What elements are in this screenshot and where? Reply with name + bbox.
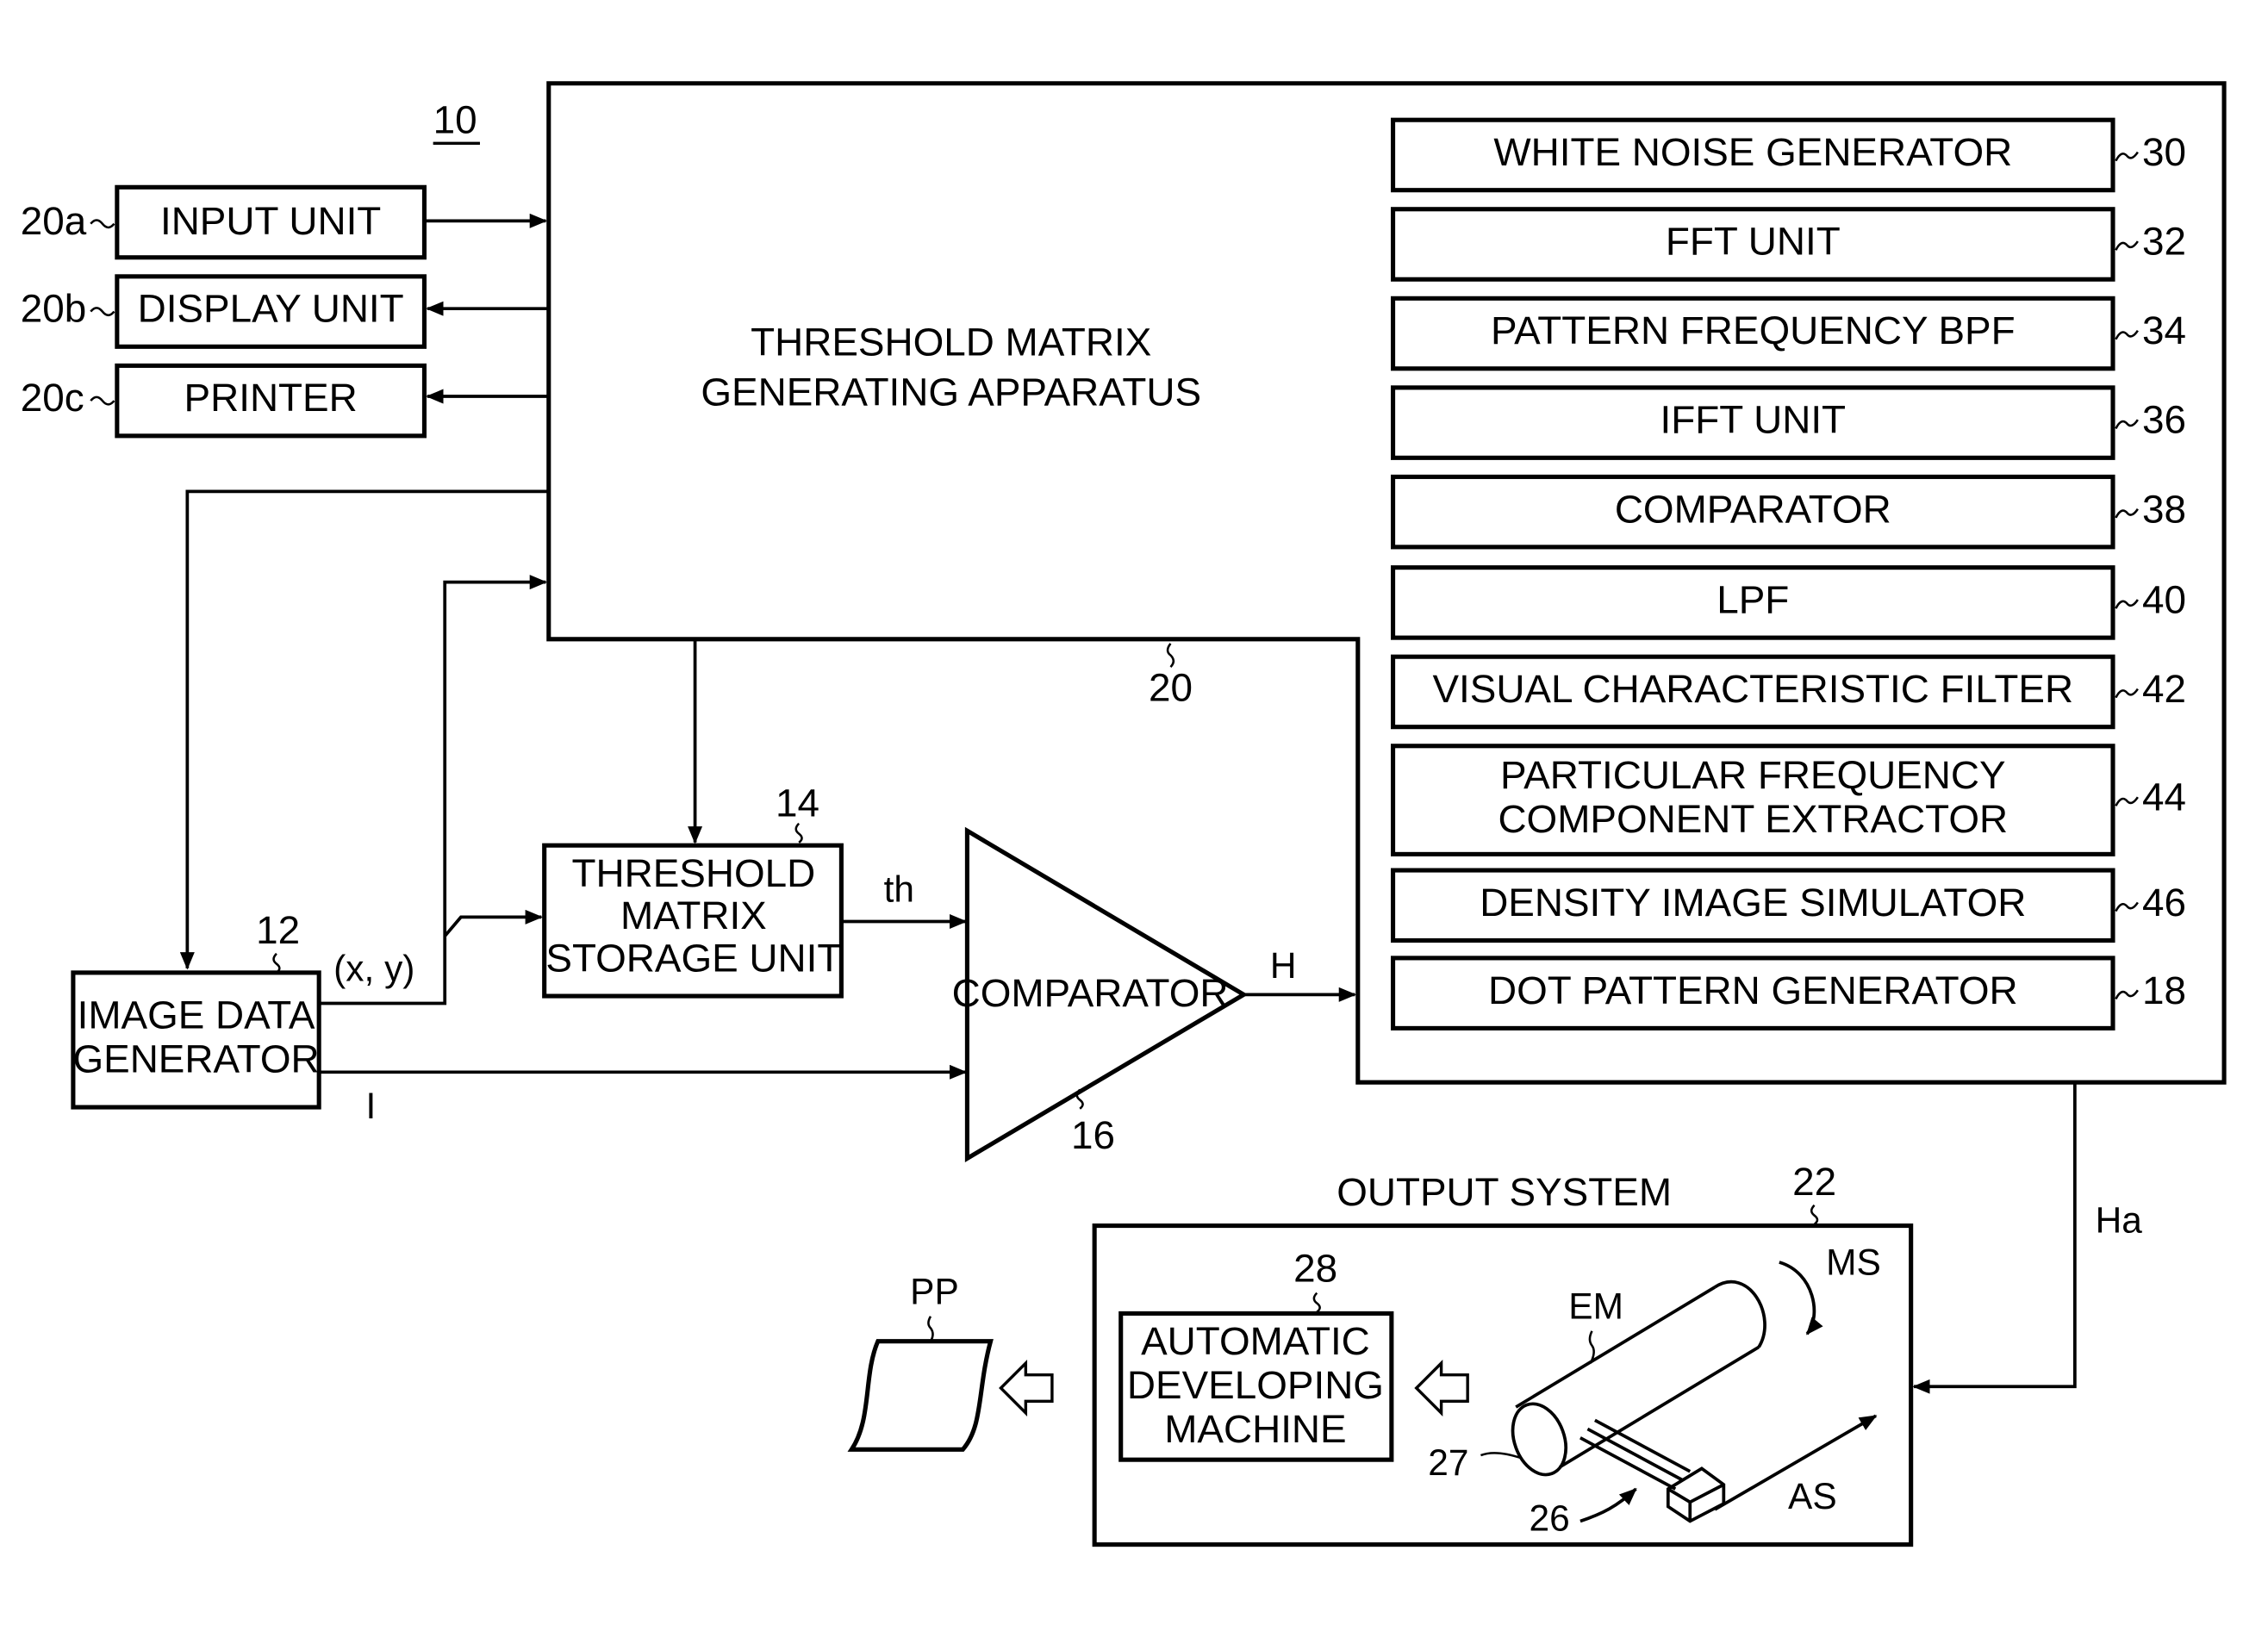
label-pp: PP [910,1272,959,1312]
apparatus-ref-leader [1166,643,1175,668]
image-data-generator-ref: 12 [256,908,300,952]
peripheral-printer: PRINTER 20c [21,363,549,439]
peripheral-display-unit: DISPLAY UNIT 20b [21,274,549,349]
label-drum-ref: 27 [1428,1442,1468,1483]
display-unit-label: DISPLAY UNIT [138,287,404,331]
signal-th: th [884,869,914,910]
ref-leader [272,952,281,974]
module-label: COMPARATOR [1615,487,1891,531]
module-item: DENSITY IMAGE SIMULATOR 46 [1391,868,2186,943]
apparatus-title-line1: THRESHOLD MATRIX [751,321,1151,364]
module-item: VISUAL CHARACTERISTIC FILTER 42 [1391,654,2186,730]
module-label-line1: PARTICULAR FREQUENCY [1500,753,2006,797]
image-data-generator-line2: GENERATOR [72,1037,319,1081]
module-item: DOT PATTERN GENERATOR 18 [1391,956,2186,1030]
module-item: PATTERN FREQUENCY BPF 34 [1391,296,2186,371]
module-list: WHITE NOISE GENERATOR 30 FFT UNIT 32 PATTERN… [1391,117,2186,1030]
module-item: FFT UNIT 32 [1391,207,2186,282]
storage-line3: STORAGE UNIT [545,936,841,980]
module-label-line2: COMPONENT EXTRACTOR [1498,797,2008,841]
signal-i: I [366,1086,377,1126]
storage-ref: 14 [776,781,819,825]
storage-line2: MATRIX [620,893,767,937]
ref-tilde [90,219,115,229]
print-sheet-icon [847,1339,994,1452]
apparatus-to-image-generator-line [179,489,549,970]
developer-line3: MACHINE [1164,1407,1346,1451]
output-system: OUTPUT SYSTEM 22 AUTOMATIC DEVELOPING MA… [999,1160,1914,1547]
module-label: VISUAL CHARACTERISTIC FILTER [1432,667,2073,711]
module-item: PARTICULAR FREQUENCYCOMPONENT EXTRACTOR 4… [1391,744,2186,856]
peripheral-input-unit: INPUT UNIT 20a [21,184,548,260]
module-ref: 34 [2142,308,2186,352]
xy-to-apparatus-line [319,575,548,1006]
module-item: LPF 40 [1391,565,2186,640]
module-ref: 40 [2142,578,2186,622]
threshold-matrix-storage-unit: THRESHOLD MATRIX STORAGE UNIT 14 [542,781,844,999]
module-ref: 18 [2142,968,2186,1012]
output-system-ref: 22 [1792,1160,1836,1204]
ref-tilde [90,307,115,317]
hollow-arrow-to-print [999,1360,1054,1416]
module-item: COMPARATOR 38 [1391,474,2186,550]
label-as: AS [1788,1476,1837,1516]
label-ms: MS [1826,1242,1881,1283]
module-ref: 32 [2142,220,2186,264]
developer-ref: 28 [1293,1246,1337,1290]
module-ref: 30 [2142,130,2186,174]
xy-to-storage-line [443,909,543,937]
figure-ref: 10 [433,98,477,142]
module-item: WHITE NOISE GENERATOR 30 [1391,117,2186,193]
developer-line2: DEVELOPING [1127,1363,1384,1407]
printer-label: PRINTER [184,376,358,420]
image-data-generator: IMAGE DATA GENERATOR 12 [71,908,321,1110]
ha-line [1912,1082,2077,1394]
label-em: EM [1568,1286,1623,1327]
signal-xy: (x, y) [333,948,414,988]
output-system-title: OUTPUT SYSTEM [1336,1170,1672,1214]
image-data-generator-line1: IMAGE DATA [78,993,315,1037]
label-head-ref: 26 [1529,1498,1569,1539]
module-ref: 36 [2142,398,2186,442]
ref-leader [794,822,803,844]
ref-tilde [90,395,115,406]
input-unit-label: INPUT UNIT [160,199,381,243]
signal-ha: Ha [2096,1199,2143,1240]
comparator-ref: 16 [1071,1113,1115,1157]
module-label: FFT UNIT [1666,220,1841,264]
module-item: IFFT UNIT 36 [1391,385,2186,460]
module-ref: 42 [2142,667,2186,711]
module-label: DOT PATTERN GENERATOR [1488,968,2018,1012]
module-label: DENSITY IMAGE SIMULATOR [1480,881,2026,925]
module-label: PATTERN FREQUENCY BPF [1491,308,2016,352]
module-label: IFFT UNIT [1660,398,1846,442]
input-unit-ref: 20a [21,199,87,243]
module-ref: 44 [2142,775,2186,819]
module-ref: 38 [2142,487,2186,531]
comparator-label: COMPARATOR [952,971,1229,1015]
storage-line1: THRESHOLD [572,851,816,895]
comparator-16: COMPARATOR 16 [952,826,1249,1162]
block-diagram: 10 THRESHOLD MATRIX GENERATING APPARATUS… [21,81,2227,1547]
developer-line1: AUTOMATIC [1141,1319,1370,1363]
module-ref: 46 [2142,881,2186,925]
module-label: LPF [1717,578,1789,622]
module-label: WHITE NOISE GENERATOR [1493,130,2012,174]
apparatus-ref: 20 [1149,665,1193,709]
signal-h: H [1270,945,1297,986]
apparatus-title-line2: GENERATING APPARATUS [701,370,1201,414]
printed-output: PP [847,1272,994,1452]
printer-ref: 20c [21,376,84,420]
display-unit-ref: 20b [21,287,86,331]
ref-leader [1810,1204,1819,1225]
pp-leader [927,1316,934,1342]
